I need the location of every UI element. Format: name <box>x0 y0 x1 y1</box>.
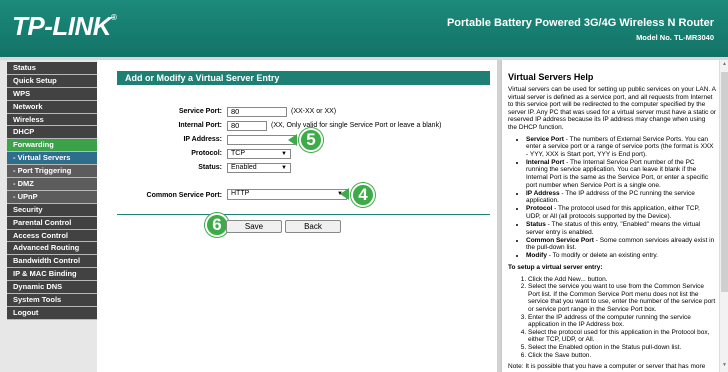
sidebar-item-upnp[interactable]: - UPnP <box>7 190 97 204</box>
list-item: Status - The status of this entry, "Enab… <box>526 221 716 236</box>
sidebar-item-wps[interactable]: WPS <box>7 87 97 101</box>
help-setup-title: To setup a virtual server entry: <box>508 264 603 272</box>
list-item: Service Port - The numbers of External S… <box>526 136 716 159</box>
help-steps-list: Click the Add New... button. Select the … <box>528 276 716 360</box>
common-service-port-select[interactable]: HTTP ▼ <box>227 189 347 200</box>
list-item: Common Service Port - Some common servic… <box>526 237 716 252</box>
sidebar-item-dhcp[interactable]: DHCP <box>7 126 97 140</box>
step-4-arrow-icon <box>340 188 349 200</box>
chevron-down-icon: ▼ <box>281 151 287 157</box>
sidebar-item-dmz[interactable]: - DMZ <box>7 178 97 191</box>
service-port-input[interactable]: 80 <box>227 107 287 117</box>
sidebar-item-virtual-servers[interactable]: - Virtual Servers <box>7 152 97 166</box>
sidebar-item-quick-setup[interactable]: Quick Setup <box>7 74 97 88</box>
sidebar-item-network[interactable]: Network <box>7 100 97 114</box>
ip-address-label: IP Address: <box>183 136 222 143</box>
list-item: Select the Enabled option in the Status … <box>528 344 716 352</box>
internal-port-hint: (XX, Only valid for single Service Port … <box>271 122 442 129</box>
list-item: Internal Port - The Internal Service Por… <box>526 159 716 189</box>
list-item: IP Address - The IP address of the PC ru… <box>526 190 716 205</box>
scrollbar-thumb[interactable] <box>721 72 728 292</box>
sidebar-item-status[interactable]: Status <box>7 62 97 75</box>
sidebar-item-wireless[interactable]: Wireless <box>7 113 97 127</box>
list-item: Select the service you want to use from … <box>528 283 716 313</box>
step-4-badge: 4 <box>351 183 375 207</box>
sidebar-item-advanced-routing[interactable]: Advanced Routing <box>7 242 97 256</box>
save-button[interactable]: Save <box>226 220 282 233</box>
step-5-arrow-icon <box>288 134 297 146</box>
form-title: Add or Modify a Virtual Server Entry <box>117 71 490 85</box>
main-panel <box>97 60 497 372</box>
product-name: Portable Battery Powered 3G/4G Wireless … <box>446 17 714 29</box>
form-divider <box>117 214 490 215</box>
internal-port-label: Internal Port: <box>178 122 222 129</box>
list-item: Modify - To modify or delete an existing… <box>526 252 716 260</box>
list-item: Click the Save button. <box>528 352 716 360</box>
sidebar-item-dynamic-dns[interactable]: Dynamic DNS <box>7 281 97 295</box>
sidebar-item-port-triggering[interactable]: - Port Triggering <box>7 165 97 179</box>
sidebar-item-ip-mac-binding[interactable]: IP & MAC Binding <box>7 268 97 282</box>
scroll-up-icon[interactable]: ▲ <box>721 61 728 69</box>
status-label: Status: <box>198 164 222 171</box>
protocol-label: Protocol: <box>191 150 222 157</box>
sidebar-item-system-tools[interactable]: System Tools <box>7 294 97 307</box>
list-item: Click the Add New... button. <box>528 276 716 284</box>
list-item: Enter the IP address of the computer run… <box>528 314 716 329</box>
help-intro: Virtual servers can be used for setting … <box>508 86 716 131</box>
list-item: Select the protocol used for this applic… <box>528 329 716 344</box>
sidebar-item-forwarding[interactable]: Forwarding <box>7 139 97 153</box>
protocol-select[interactable]: TCP ▼ <box>227 149 291 159</box>
chevron-down-icon: ▼ <box>281 165 287 171</box>
help-body: Virtual servers can be used for setting … <box>508 86 716 372</box>
sidebar-item-parental-control[interactable]: Parental Control <box>7 216 97 230</box>
service-port-label: Service Port: <box>178 108 222 115</box>
sidebar: Status Quick Setup WPS Network Wireless … <box>0 60 97 372</box>
sidebar-item-bandwidth-control[interactable]: Bandwidth Control <box>7 255 97 269</box>
header-bar: TP-LINK® Portable Battery Powered 3G/4G … <box>0 0 728 57</box>
ip-address-input[interactable] <box>227 135 295 145</box>
help-note: Note: It is possible that you have a com… <box>508 363 706 371</box>
tp-link-logo: TP-LINK® <box>12 11 117 41</box>
common-service-port-label: Common Service Port: <box>146 192 222 199</box>
step-5-badge: 5 <box>299 128 323 152</box>
sidebar-item-access-control[interactable]: Access Control <box>7 229 97 243</box>
scroll-down-icon[interactable]: ▼ <box>721 362 728 370</box>
help-title: Virtual Servers Help <box>508 72 594 82</box>
sidebar-item-security[interactable]: Security <box>7 203 97 217</box>
sidebar-item-logout[interactable]: Logout <box>7 306 97 320</box>
status-select[interactable]: Enabled ▼ <box>227 163 291 173</box>
help-field-list: Service Port - The numbers of External S… <box>526 136 716 261</box>
sidebar-nav: Status Quick Setup WPS Network Wireless … <box>7 62 97 320</box>
help-scrollbar[interactable]: ▲ ▼ <box>719 60 728 372</box>
model-number: Model No. TL-MR3040 <box>636 33 714 42</box>
internal-port-input[interactable]: 80 <box>227 121 267 131</box>
service-port-hint: (XX-XX or XX) <box>291 108 337 115</box>
list-item: Protocol - The protocol used for this ap… <box>526 205 716 220</box>
back-button[interactable]: Back <box>285 220 341 233</box>
